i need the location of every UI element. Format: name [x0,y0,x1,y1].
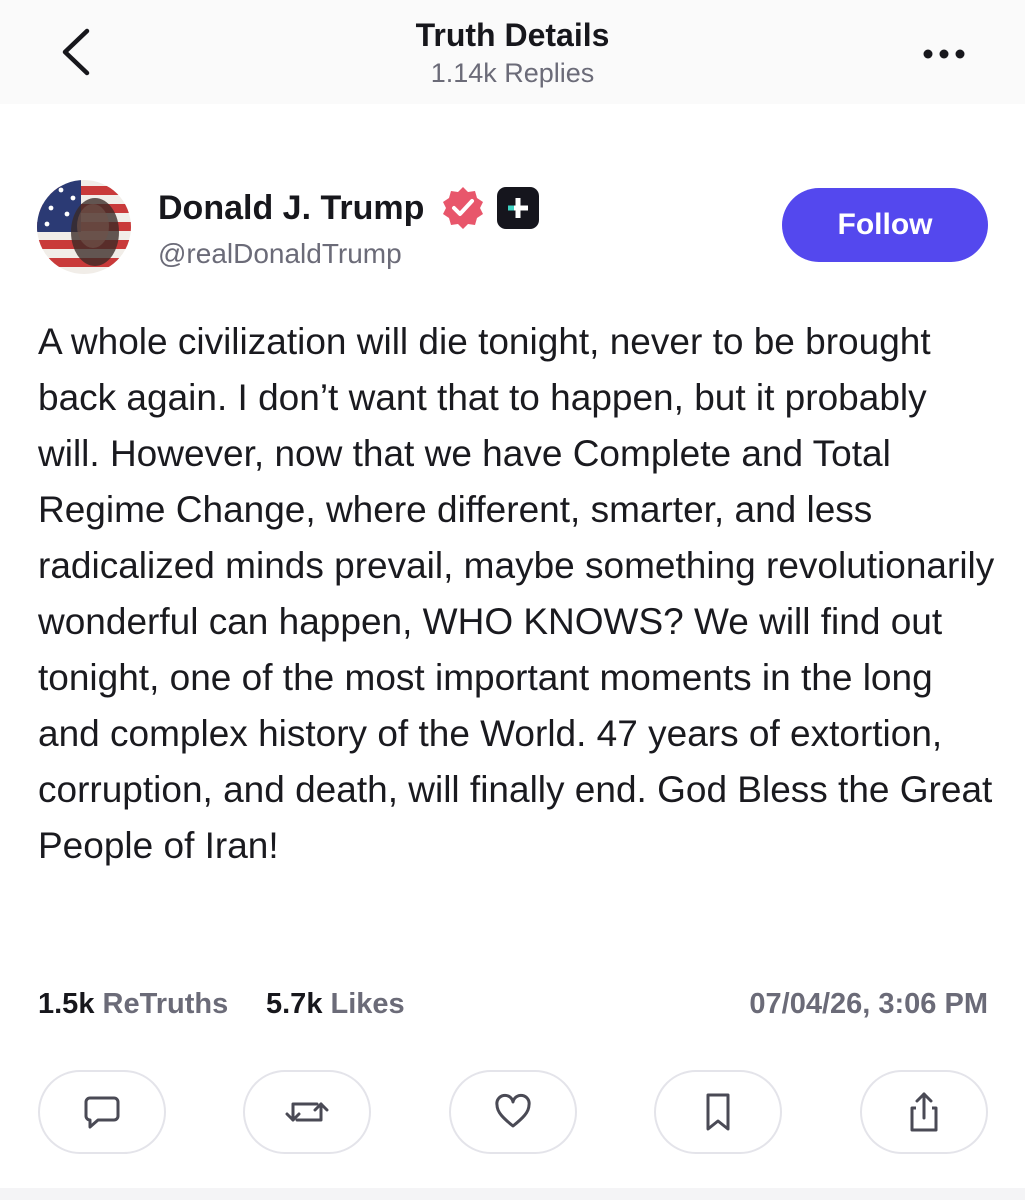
more-options-button[interactable] [912,30,976,78]
bottom-divider [0,1188,1025,1200]
author-handle[interactable]: @realDonaldTrump [158,235,402,273]
truth-details-screen: Truth Details 1.14k Replies Donald J. Tr… [0,0,1025,1200]
avatar[interactable] [37,180,131,274]
retruth-button[interactable] [243,1070,371,1154]
post-body-text: A whole civilization will die tonight, n… [38,321,995,866]
post-stats: 1.5k ReTruths 5.7k Likes 07/04/26, 3:06 … [38,980,988,1028]
replies-count: 1.14k Replies [430,58,595,88]
post-action-bar [38,1070,988,1154]
retruths-label: ReTruths [102,988,229,1020]
bookmark-icon [700,1091,736,1133]
like-button[interactable] [449,1070,577,1154]
share-icon [904,1090,944,1134]
comment-icon [82,1092,122,1132]
author-name[interactable]: Donald J. Trump [158,186,424,230]
likes-label: Likes [330,988,405,1020]
likes-count: 5.7k [266,988,323,1020]
header-titles: Truth Details 1.14k Replies [0,15,1025,91]
retruth-icon [285,1092,329,1132]
retruths-count: 1.5k [38,988,95,1020]
post-timestamp: 07/04/26, 3:06 PM [749,988,988,1020]
heart-icon [493,1092,533,1132]
retruths-stat[interactable]: 1.5k ReTruths [38,980,228,1028]
more-horizontal-icon [922,48,966,60]
likes-stat[interactable]: 5.7k Likes [266,980,405,1028]
page-title: Truth Details [415,17,610,53]
bookmark-button[interactable] [654,1070,782,1154]
share-button[interactable] [860,1070,988,1154]
verified-badge-icon [440,185,486,231]
reply-button[interactable] [38,1070,166,1154]
top-navigation-bar: Truth Details 1.14k Replies [0,0,1025,104]
truth-plus-icon [497,187,539,229]
follow-button[interactable]: Follow [782,188,988,262]
